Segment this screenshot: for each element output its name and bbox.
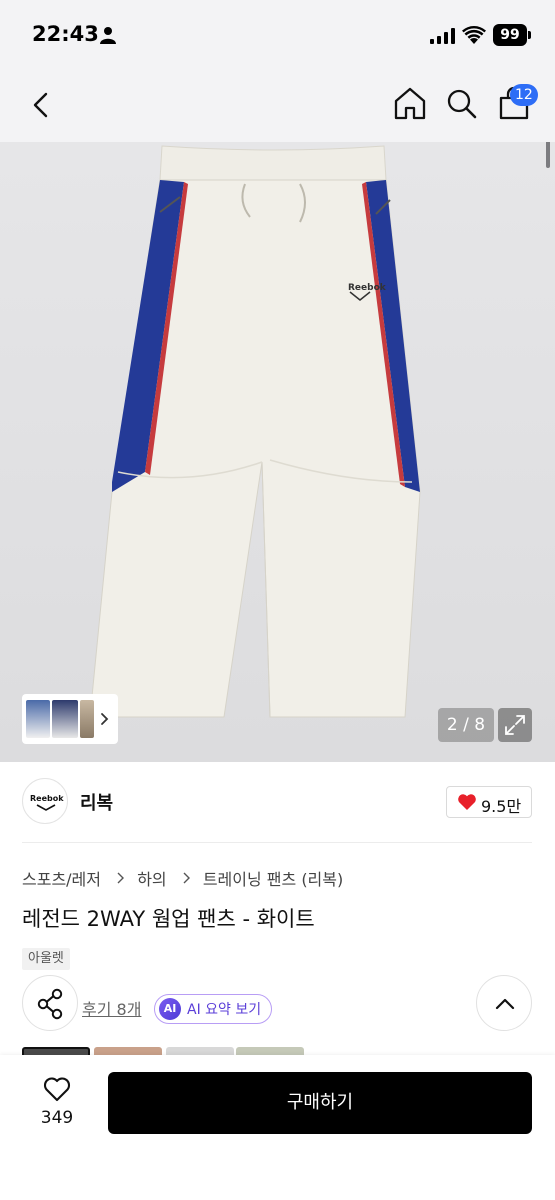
breadcrumb: 스포츠/레저 하의 트레이닝 팬츠 (리복) [22, 866, 343, 890]
divider [22, 842, 532, 843]
home-icon[interactable] [390, 84, 430, 124]
heart-icon [458, 794, 476, 810]
brand-name[interactable]: 리복 [80, 789, 113, 815]
ai-badge: AI [159, 998, 181, 1020]
search-icon[interactable] [442, 84, 482, 124]
review-link[interactable]: 후기 8개 [82, 996, 141, 1020]
chevron-right-icon[interactable] [98, 712, 112, 726]
cart-count-badge: 12 [510, 84, 538, 106]
thumbnail-3[interactable] [80, 700, 94, 738]
ai-summary-button[interactable]: AI AI 요약 보기 [154, 994, 272, 1024]
image-page-counter: 2 / 8 [438, 708, 494, 742]
scroll-top-button[interactable] [476, 975, 532, 1031]
pants-illustration: Reebok [89, 145, 421, 718]
wifi-icon [462, 26, 486, 44]
status-time: 22:43 [32, 22, 99, 46]
share-button[interactable] [22, 975, 78, 1031]
reebok-logo-icon: Reebok [30, 794, 64, 811]
status-bar: 22:43 99 [0, 0, 555, 70]
expand-icon[interactable] [498, 708, 532, 742]
user-icon [100, 27, 116, 44]
share-icon [37, 988, 63, 1020]
wishlist-button[interactable]: 349 [28, 1072, 86, 1132]
thumbnail-strip[interactable] [22, 694, 118, 744]
brand-like-button[interactable]: 9.5만 [446, 786, 532, 818]
battery-indicator: 99 [493, 24, 531, 46]
back-icon[interactable] [22, 86, 60, 124]
printed-logo-text: Reebok [348, 283, 387, 293]
chevron-up-icon [495, 998, 515, 1010]
brand-logo-text: Reebok [30, 794, 64, 803]
brand-like-count: 9.5만 [481, 797, 522, 816]
scroll-indicator [546, 142, 550, 168]
ai-summary-label: AI 요약 보기 [187, 1002, 262, 1018]
product-image[interactable]: Reebok [0, 142, 555, 762]
breadcrumb-item[interactable]: 스포츠/레저 [22, 866, 101, 890]
thumbnail-1[interactable] [26, 700, 50, 738]
top-nav: 12 [0, 70, 555, 142]
breadcrumb-item[interactable]: 트레이닝 팬츠 (리복) [203, 866, 343, 890]
signal-icon [430, 28, 455, 44]
chevron-right-icon [183, 872, 190, 884]
breadcrumb-item[interactable]: 하의 [137, 866, 166, 890]
outlet-tag: 아울렛 [22, 948, 70, 970]
thumbnail-2[interactable] [52, 700, 78, 738]
buy-button[interactable]: 구매하기 [108, 1072, 532, 1134]
wishlist-count: 349 [40, 1108, 74, 1128]
heart-outline-icon [43, 1077, 71, 1102]
product-title: 레전드 2WAY 웜업 팬츠 - 화이트 [22, 907, 315, 931]
chevron-right-icon [117, 872, 125, 884]
brand-logo[interactable]: Reebok [22, 778, 68, 824]
